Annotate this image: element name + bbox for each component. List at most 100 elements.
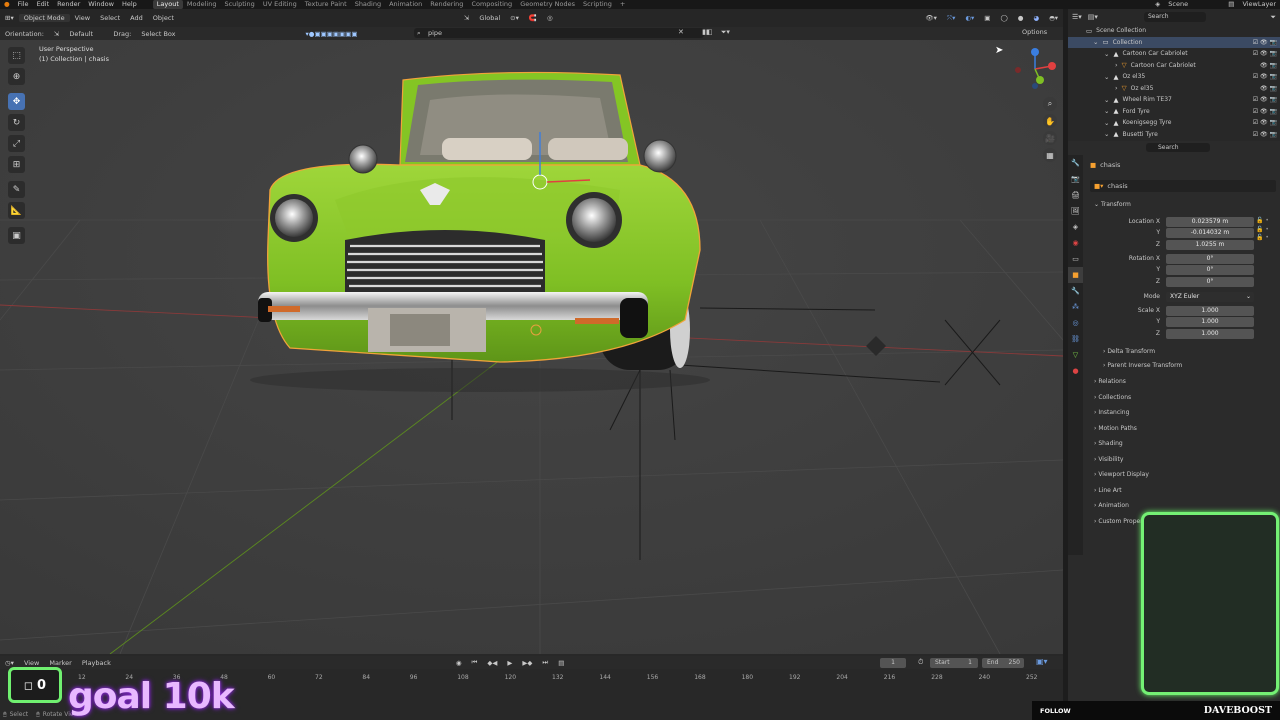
visibility-toggle-icon[interactable]: ☑ 👁 📷: [1253, 39, 1277, 46]
physics-tab-icon[interactable]: ◎: [1068, 315, 1083, 331]
properties-section[interactable]: › Relations: [1094, 378, 1126, 385]
navigation-gizmo[interactable]: [1010, 44, 1060, 94]
view-layer-selector[interactable]: ViewLayer: [1238, 0, 1280, 9]
pan-hand-icon[interactable]: ✋: [1043, 114, 1057, 128]
tab-texture-paint[interactable]: Texture Paint: [301, 0, 351, 9]
visibility-toggle-icon[interactable]: ☑ 👁 📷: [1253, 50, 1277, 57]
visibility-toggle-icon[interactable]: ☑ 👁 📷: [1253, 108, 1277, 115]
outliner-row[interactable]: ⌄ ▲ Busetti Tyre ☑ 👁 📷: [1068, 129, 1280, 141]
jump-end-icon[interactable]: ⏭: [537, 658, 553, 667]
outliner-row[interactable]: ⌄ ▭ Collection ☑ 👁 📷: [1068, 36, 1280, 48]
preview-range-icon[interactable]: ⏱: [918, 658, 923, 667]
expand-chevron-icon[interactable]: ⌄: [1104, 50, 1109, 58]
parent-inverse-section[interactable]: › Parent Inverse Transform: [1103, 362, 1182, 369]
properties-search-input[interactable]: Search: [1146, 143, 1210, 152]
rotation-y-field[interactable]: 0°: [1166, 265, 1254, 275]
xray-icon[interactable]: ▣: [979, 14, 995, 22]
timeline-editor-icon[interactable]: ◷▾: [0, 659, 19, 667]
current-frame-field[interactable]: 1: [880, 658, 906, 668]
world-tab-icon[interactable]: ◉: [1068, 235, 1083, 251]
outliner-row[interactable]: › ▽ Cartoon Car Cabriolet 👁 📷: [1068, 60, 1280, 72]
outliner-row[interactable]: ⌄ ▲ Koenigsegg Tyre ☑ 👁 📷: [1068, 117, 1280, 129]
proportional-edit-icon[interactable]: ◎: [542, 14, 558, 22]
outliner-row[interactable]: ▭ Scene Collection: [1068, 25, 1280, 37]
clear-search-icon[interactable]: ✕: [678, 28, 684, 36]
menu-help[interactable]: Help: [118, 0, 141, 9]
properties-section[interactable]: › Viewport Display: [1094, 471, 1149, 478]
modifier-tab-icon[interactable]: 🔧: [1068, 283, 1083, 299]
measure-tool-icon[interactable]: 📐: [8, 202, 25, 219]
next-keyframe-icon[interactable]: ▶◆: [517, 659, 537, 667]
auto-key-icon[interactable]: ◉: [451, 659, 467, 667]
visibility-toggle-icon[interactable]: 👁 📷: [1260, 85, 1277, 92]
transform-section[interactable]: ⌄ Transform: [1094, 201, 1131, 208]
timeline-view-menu[interactable]: View: [19, 659, 44, 667]
lock-icon[interactable]: 🔓 •: [1256, 217, 1269, 224]
properties-section[interactable]: › Collections: [1094, 394, 1131, 401]
expand-chevron-icon[interactable]: ⌄: [1104, 107, 1109, 115]
scale-z-field[interactable]: 1.000: [1166, 329, 1254, 339]
tab-modeling[interactable]: Modeling: [183, 0, 221, 9]
bookmark-icon[interactable]: ▮◧: [702, 28, 712, 36]
visibility-toggle-icon[interactable]: ☑ 👁 📷: [1253, 96, 1277, 103]
grid-perspective-icon[interactable]: ▦: [1043, 148, 1057, 162]
expand-chevron-icon[interactable]: ⌄: [1093, 38, 1098, 46]
gizmo-toggle-icon[interactable]: ⤧▾: [942, 14, 960, 23]
properties-section[interactable]: › Visibility: [1094, 456, 1123, 463]
cursor-tool-icon[interactable]: ⊕: [8, 68, 25, 85]
expand-chevron-icon[interactable]: ⌄: [1104, 96, 1109, 104]
options-button[interactable]: Options: [1022, 28, 1047, 36]
filter-type-icons[interactable]: ▾●▣▣▣▣▣▣▣: [301, 30, 363, 38]
shading-solid-icon[interactable]: ●: [1013, 14, 1029, 22]
output-tab-icon[interactable]: 🖨: [1068, 187, 1083, 203]
select-box-tool-icon[interactable]: ⬚: [8, 47, 25, 64]
data-tab-icon[interactable]: ▽: [1068, 347, 1083, 363]
expand-chevron-icon[interactable]: ⌄: [1104, 73, 1109, 81]
shading-material-icon[interactable]: ◕: [1028, 14, 1044, 22]
outliner-editor-icon[interactable]: ☰▾: [1072, 13, 1082, 21]
rotation-x-field[interactable]: 0°: [1166, 254, 1254, 264]
3d-viewport[interactable]: User Perspective (1) Collection | chasis…: [0, 40, 1063, 654]
visibility-toggle-icon[interactable]: ☑ 👁 📷: [1253, 131, 1277, 138]
properties-section[interactable]: › Instancing: [1094, 409, 1129, 416]
object-tab-icon[interactable]: ■: [1068, 267, 1083, 283]
filter-icon[interactable]: ⏷▾: [721, 28, 730, 36]
tab-animation[interactable]: Animation: [385, 0, 426, 9]
location-z-field[interactable]: 1.0255 m: [1166, 240, 1254, 250]
transform-tool-icon[interactable]: ⊞: [8, 156, 25, 173]
shading-wireframe-icon[interactable]: ◯: [995, 14, 1012, 22]
tab-rendering[interactable]: Rendering: [426, 0, 467, 9]
transform-orientation-selector[interactable]: Global: [474, 14, 505, 22]
outliner-row[interactable]: ⌄ ▲ Cartoon Car Cabriolet ☑ 👁 📷: [1068, 48, 1280, 60]
tab-geometry-nodes[interactable]: Geometry Nodes: [516, 0, 579, 9]
view-menu[interactable]: View: [70, 14, 95, 22]
scale-tool-icon[interactable]: ⤢: [8, 135, 25, 152]
material-tab-icon[interactable]: ●: [1068, 363, 1083, 379]
timeline-marker-menu[interactable]: Marker: [44, 659, 76, 667]
view-layer-tab-icon[interactable]: 🖼: [1068, 203, 1083, 219]
outliner-row[interactable]: › ▽ Oz el35 👁 📷: [1068, 83, 1280, 95]
timeline-view-options-icon[interactable]: ▣▾: [1036, 657, 1048, 666]
mode-selector[interactable]: Object Mode: [18, 14, 70, 22]
outliner-row[interactable]: ⌄ ▲ Oz el35 ☑ 👁 📷: [1068, 71, 1280, 83]
end-frame-field[interactable]: End 250: [982, 658, 1024, 668]
location-y-field[interactable]: -0.014032 m: [1166, 228, 1254, 238]
outliner-row[interactable]: ⌄ ▲ Ford Tyre ☑ 👁 📷: [1068, 106, 1280, 118]
collection-tab-icon[interactable]: ▭: [1068, 251, 1083, 267]
zoom-icon[interactable]: ⌕: [1043, 97, 1057, 111]
delta-transform-section[interactable]: › Delta Transform: [1103, 348, 1155, 355]
menu-edit[interactable]: Edit: [33, 0, 54, 9]
snap-icon[interactable]: 🧲: [524, 14, 542, 22]
location-x-field[interactable]: 0.023579 m: [1166, 217, 1254, 227]
tab-sculpting[interactable]: Sculpting: [220, 0, 258, 9]
menu-file[interactable]: File: [14, 0, 33, 9]
properties-section[interactable]: › Shading: [1094, 440, 1123, 447]
drag-selector[interactable]: Select Box: [136, 30, 180, 38]
move-tool-icon[interactable]: ✥: [8, 93, 25, 110]
prev-keyframe-icon[interactable]: ◆◀: [482, 659, 502, 667]
menu-window[interactable]: Window: [84, 0, 118, 9]
tab-compositing[interactable]: Compositing: [467, 0, 516, 9]
visibility-toggle-icon[interactable]: 👁 📷: [1260, 62, 1277, 69]
properties-section[interactable]: › Line Art: [1094, 487, 1122, 494]
jump-start-icon[interactable]: ⏮: [467, 658, 483, 667]
